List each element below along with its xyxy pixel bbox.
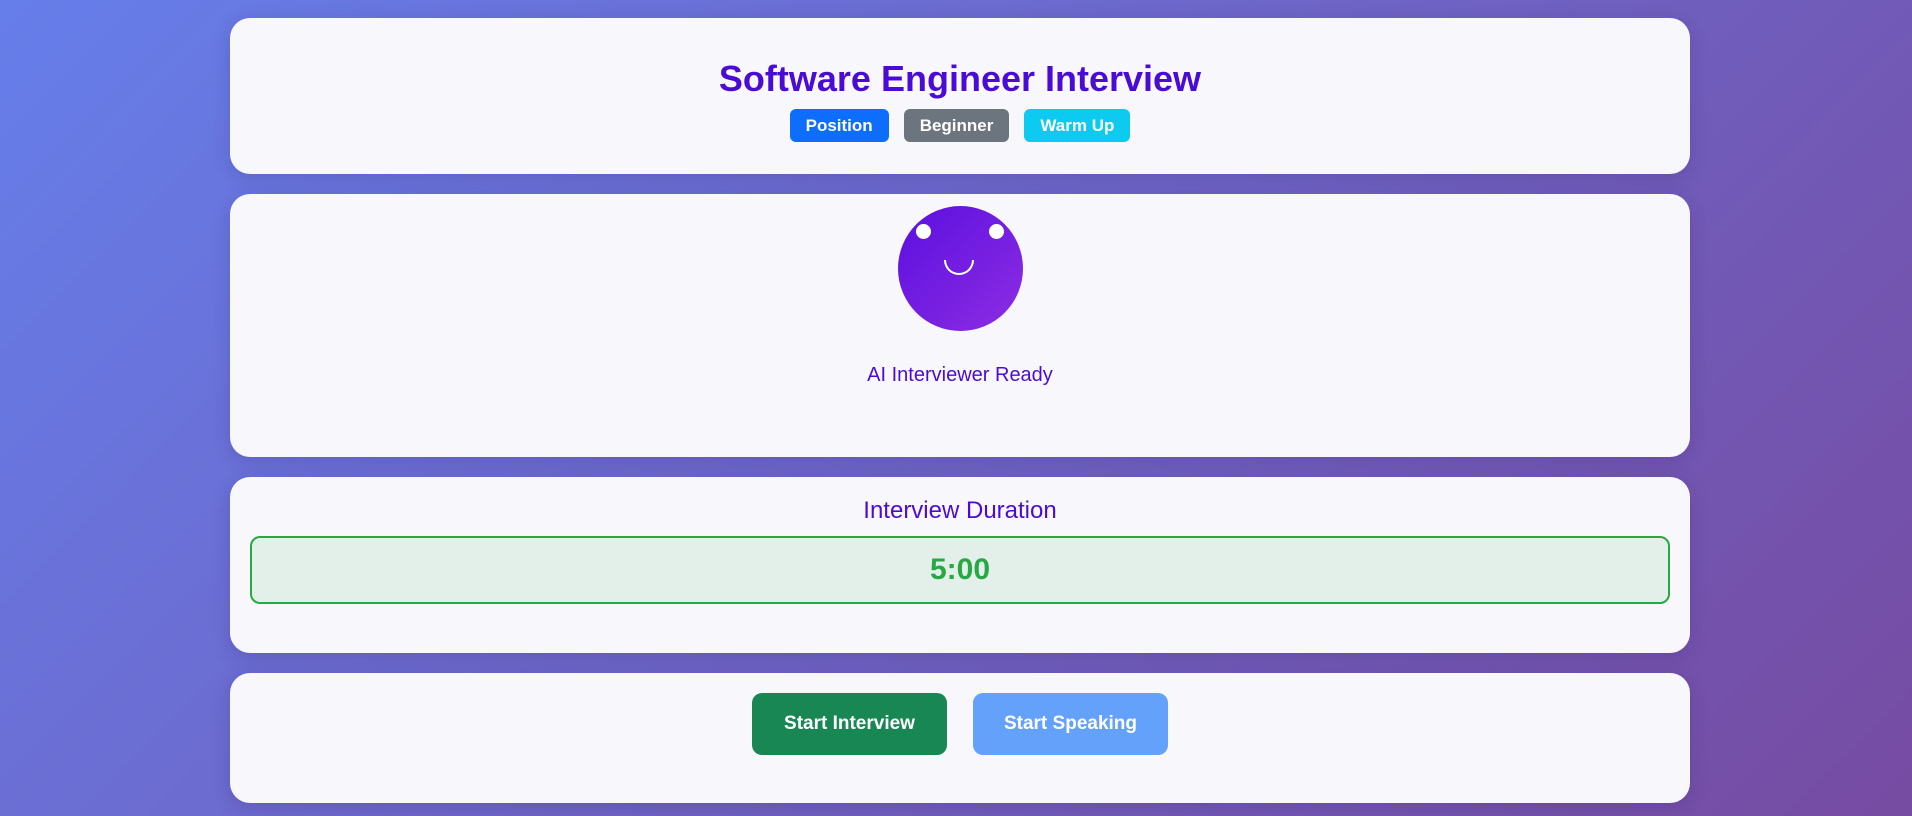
timer-heading: Interview Duration [863,497,1057,524]
page-title: Software Engineer Interview [718,58,1202,99]
stage-badge: Warm Up [1024,109,1131,142]
timer-card: Interview Duration 5:00 [230,477,1690,653]
interviewer-status: AI Interviewer Ready [867,364,1053,386]
start-speaking-button[interactable]: Start Speaking [973,693,1168,755]
controls-group: Start Interview Start Speaking [230,693,1690,755]
difficulty-badge: Beginner [903,109,1010,142]
start-interview-button[interactable]: Start Interview [752,693,947,755]
interviewer-card: AI Interviewer Ready [230,194,1690,457]
controls-card: Start Interview Start Speaking [230,673,1690,803]
position-badge: Position [789,109,889,142]
smile-mouth [944,260,974,275]
timer-display: 5:00 [250,536,1670,604]
left-eye [916,224,931,239]
header-card: Software Engineer Interview Position Beg… [230,18,1690,174]
right-eye [989,224,1004,239]
badge-group: Position Beginner Warm Up [230,109,1690,142]
smiley-face-icon [898,206,1023,331]
